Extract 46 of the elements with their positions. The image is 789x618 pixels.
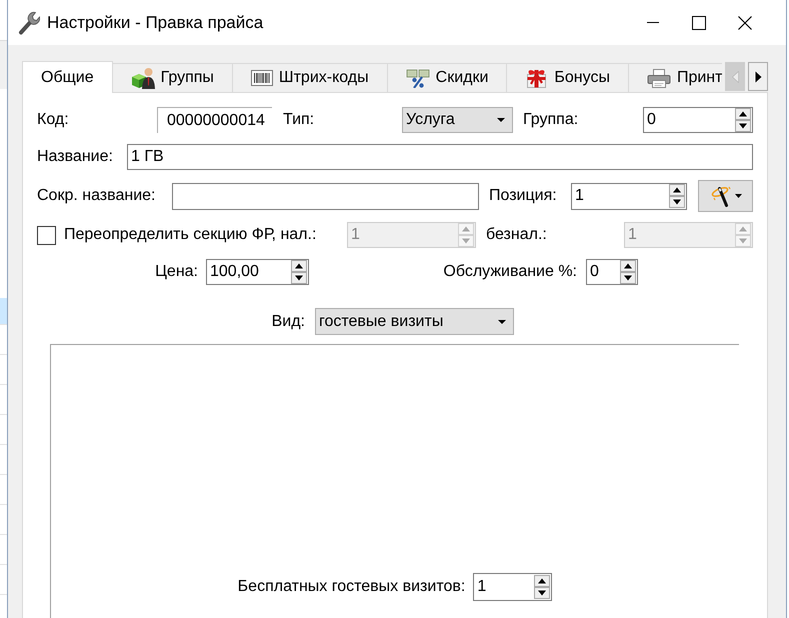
wrench-icon [18, 10, 40, 34]
gift-icon [525, 68, 548, 88]
short-name-field[interactable] [172, 182, 479, 210]
printer-icon [646, 68, 671, 88]
position-label: Позиция: [489, 187, 557, 204]
service-percent-spin-box[interactable]: 0 [586, 259, 638, 285]
view-dropdown[interactable]: гостевые визиты [315, 308, 514, 335]
minimize-icon [647, 22, 659, 23]
name-label: Название: [37, 148, 113, 165]
free-visits-label: Бесплатных гостевых визитов: [238, 578, 466, 596]
caret-icon [498, 320, 506, 324]
type-dropdown[interactable]: Услуга [402, 107, 513, 133]
price-label: Цена: [155, 263, 198, 280]
barcode-icon [250, 70, 273, 86]
group-spin-box[interactable]: 0 [643, 107, 753, 133]
tab[interactable]: Бонусы [507, 63, 629, 92]
close-icon [738, 16, 752, 30]
wand-icon [710, 184, 732, 208]
tab[interactable]: Скидки [388, 63, 508, 92]
maximize-icon [692, 16, 706, 30]
price-spin-box[interactable]: 100,00 [206, 259, 309, 285]
short-name-label: Сокр. название: [37, 187, 156, 204]
left-arrow-icon [732, 70, 738, 82]
name-field[interactable]: 1 ГВ [127, 144, 753, 170]
tab[interactable]: Общие [22, 61, 113, 93]
code-field[interactable]: 00000000014 [157, 107, 272, 133]
free-visits-spin-box[interactable]: 1 [473, 573, 552, 601]
window-title: Настройки - Правка прайса [47, 12, 264, 32]
type-label: Тип: [283, 111, 314, 128]
scroll-right-button[interactable] [748, 62, 768, 91]
people-cube-icon [130, 67, 155, 89]
group-label: Группа: [523, 111, 578, 128]
money-percent-icon [406, 68, 430, 88]
tab[interactable]: Штрих-коды [232, 63, 388, 92]
noncash-label: безнал.: [486, 226, 547, 243]
view-label: Вид: [272, 312, 305, 330]
wand-menu-button[interactable] [698, 180, 753, 212]
service-label: Обслуживание %: [443, 263, 577, 280]
caret-icon [497, 118, 505, 122]
checkbox-label: Переопределить секцию ФР, нал.: [64, 226, 316, 243]
right-arrow-icon [754, 70, 762, 82]
tab[interactable]: Группы [112, 63, 233, 92]
position-spin-box[interactable]: 1 [571, 182, 687, 210]
caret-icon [734, 194, 742, 198]
code-label: Код: [37, 111, 69, 128]
checkbox[interactable] [37, 226, 56, 244]
